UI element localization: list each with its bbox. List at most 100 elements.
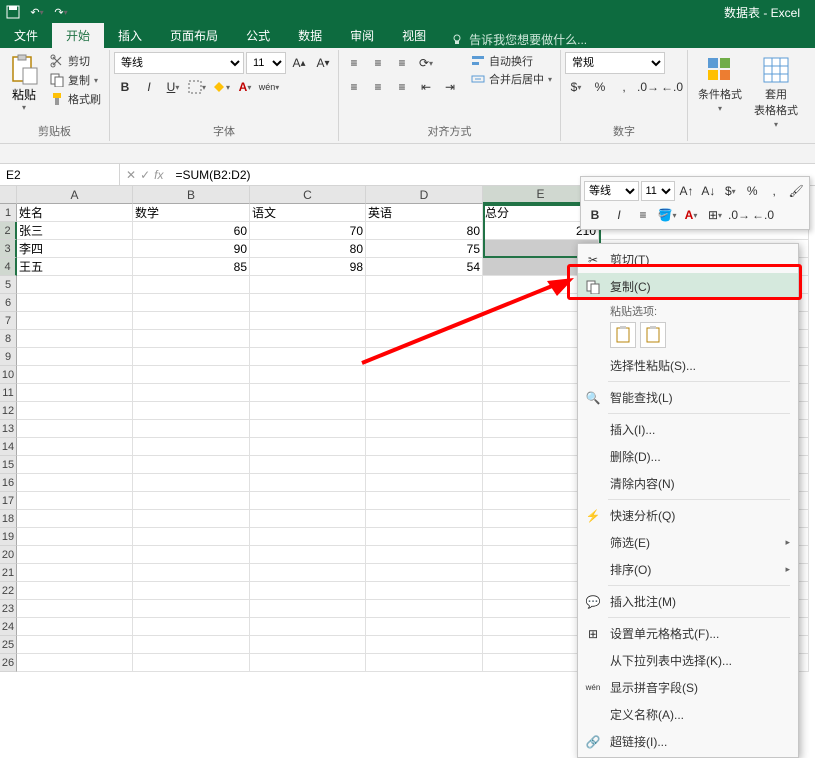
cell[interactable] — [250, 312, 366, 330]
currency-button[interactable]: $▾ — [565, 76, 587, 98]
tab-formulas[interactable]: 公式 — [232, 23, 284, 48]
cell[interactable] — [250, 492, 366, 510]
cell[interactable]: 王五 — [17, 258, 133, 276]
row-header[interactable]: 15 — [0, 456, 17, 474]
mini-bold[interactable]: B — [584, 204, 606, 226]
row-header[interactable]: 5 — [0, 276, 17, 294]
cell[interactable] — [366, 384, 483, 402]
menu-filter[interactable]: 筛选(E)▸ — [578, 529, 798, 556]
row-header[interactable]: 3 — [0, 240, 17, 258]
cell[interactable] — [366, 564, 483, 582]
cell[interactable] — [250, 636, 366, 654]
undo-icon[interactable]: ↶▾ — [29, 4, 45, 20]
row-header[interactable]: 21 — [0, 564, 17, 582]
align-right-button[interactable]: ≡ — [391, 76, 413, 98]
cell[interactable] — [133, 330, 250, 348]
cell[interactable] — [17, 330, 133, 348]
cut-button[interactable]: 剪切 — [46, 52, 105, 70]
font-color-button[interactable]: A▾ — [234, 76, 256, 98]
cell[interactable] — [17, 438, 133, 456]
cell[interactable] — [17, 582, 133, 600]
mini-size-select[interactable]: 11 — [641, 181, 675, 201]
cell[interactable] — [366, 330, 483, 348]
cell[interactable]: 英语 — [366, 204, 483, 222]
menu-delete[interactable]: 删除(D)... — [578, 443, 798, 470]
row-header[interactable]: 8 — [0, 330, 17, 348]
align-left-button[interactable]: ≡ — [343, 76, 365, 98]
row-header[interactable]: 19 — [0, 528, 17, 546]
cell[interactable] — [17, 276, 133, 294]
cell[interactable] — [366, 510, 483, 528]
tell-me[interactable]: 告诉我您想要做什么... — [450, 31, 587, 48]
cell[interactable] — [17, 456, 133, 474]
increase-font-button[interactable]: A▴ — [288, 52, 310, 74]
cell[interactable]: 75 — [366, 240, 483, 258]
phonetic-button[interactable]: wén▾ — [258, 76, 280, 98]
cell[interactable] — [250, 330, 366, 348]
row-header[interactable]: 14 — [0, 438, 17, 456]
cell[interactable] — [133, 564, 250, 582]
cell[interactable] — [133, 474, 250, 492]
mini-font-select[interactable]: 等线 — [584, 181, 639, 201]
row-header[interactable]: 6 — [0, 294, 17, 312]
cell[interactable] — [366, 276, 483, 294]
cell[interactable] — [366, 474, 483, 492]
cell[interactable] — [366, 348, 483, 366]
cell[interactable] — [17, 402, 133, 420]
cell[interactable] — [250, 384, 366, 402]
bold-button[interactable]: B — [114, 76, 136, 98]
row-header[interactable]: 12 — [0, 402, 17, 420]
cell[interactable] — [366, 600, 483, 618]
tab-view[interactable]: 视图 — [388, 23, 440, 48]
percent-button[interactable]: % — [589, 76, 611, 98]
cell[interactable]: 98 — [250, 258, 366, 276]
cell[interactable] — [17, 492, 133, 510]
menu-paste-special[interactable]: 选择性粘贴(S)... — [578, 352, 798, 379]
cell[interactable] — [17, 600, 133, 618]
cell[interactable] — [133, 348, 250, 366]
cell[interactable] — [250, 402, 366, 420]
cell[interactable] — [17, 474, 133, 492]
cell[interactable] — [250, 294, 366, 312]
orientation-button[interactable]: ⟳▾ — [415, 52, 437, 74]
cell[interactable] — [133, 510, 250, 528]
cell[interactable] — [366, 492, 483, 510]
mini-decrease-font[interactable]: A↓ — [698, 180, 718, 202]
enter-formula-icon[interactable]: ✓ — [140, 168, 150, 182]
row-header[interactable]: 17 — [0, 492, 17, 510]
menu-hyperlink[interactable]: 🔗 超链接(I)... — [578, 728, 798, 755]
name-box[interactable]: E2 — [0, 164, 120, 186]
cell[interactable] — [133, 654, 250, 672]
font-name-select[interactable]: 等线 — [114, 52, 244, 74]
cell[interactable] — [366, 402, 483, 420]
cell[interactable] — [366, 654, 483, 672]
tab-home[interactable]: 开始 — [52, 23, 104, 48]
cell[interactable]: 姓名 — [17, 204, 133, 222]
decrease-indent-button[interactable]: ⇤ — [415, 76, 437, 98]
cell[interactable] — [17, 654, 133, 672]
align-middle-button[interactable]: ≡ — [367, 52, 389, 74]
menu-smart-lookup[interactable]: 🔍 智能查找(L) — [578, 384, 798, 411]
mini-format-painter[interactable]: 🖌 — [786, 180, 806, 202]
increase-indent-button[interactable]: ⇥ — [439, 76, 461, 98]
cell[interactable] — [133, 366, 250, 384]
menu-cut[interactable]: ✂ 剪切(T) — [578, 246, 798, 273]
paste-option-default[interactable] — [610, 322, 636, 348]
table-format-button[interactable]: 套用 表格格式▾ — [748, 52, 804, 133]
cell[interactable] — [366, 366, 483, 384]
cell[interactable] — [250, 366, 366, 384]
cell[interactable] — [366, 636, 483, 654]
cell[interactable] — [133, 492, 250, 510]
save-icon[interactable] — [5, 4, 21, 20]
format-painter-button[interactable]: 格式刷 — [46, 90, 105, 108]
menu-quick-analysis[interactable]: ⚡ 快速分析(Q) — [578, 502, 798, 529]
menu-define-name[interactable]: 定义名称(A)... — [578, 701, 798, 728]
row-header[interactable]: 4 — [0, 258, 17, 276]
cell[interactable] — [133, 528, 250, 546]
cell[interactable]: 语文 — [250, 204, 366, 222]
column-header[interactable]: C — [250, 186, 366, 204]
mini-comma[interactable]: , — [764, 180, 784, 202]
row-header[interactable]: 1 — [0, 204, 17, 222]
cell[interactable] — [250, 456, 366, 474]
mini-italic[interactable]: I — [608, 204, 630, 226]
